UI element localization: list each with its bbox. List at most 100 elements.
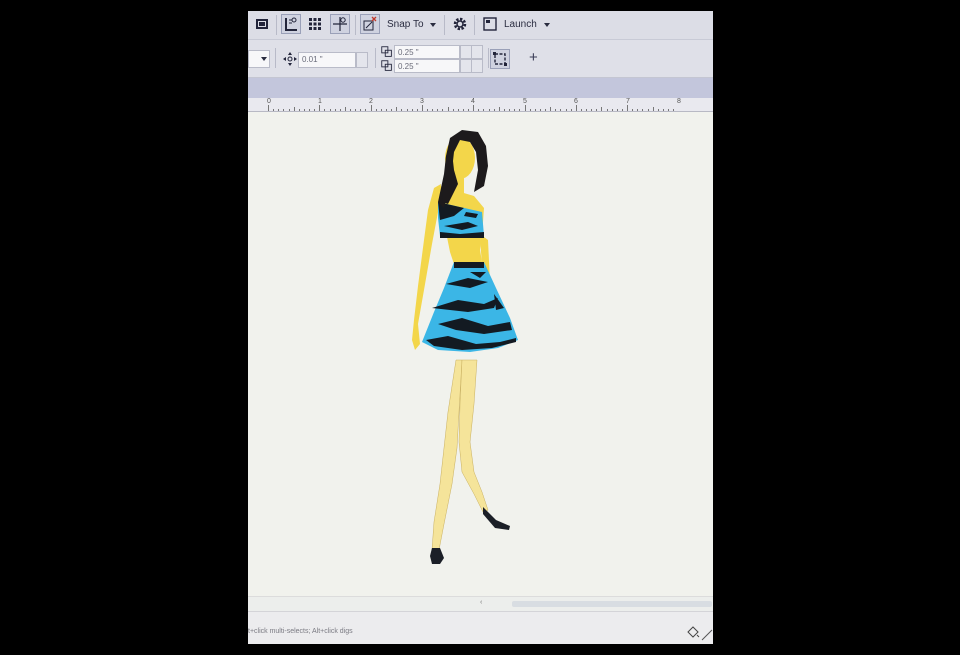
ruler-tick — [324, 109, 326, 111]
ruler-tick — [452, 109, 454, 111]
launch-label[interactable]: Launch — [504, 19, 537, 30]
duplicate-y-icon — [379, 58, 395, 74]
scrollbar-thumb[interactable] — [512, 601, 712, 607]
ruler-tick — [663, 109, 664, 111]
drawing-canvas[interactable] — [248, 112, 713, 596]
ruler-tick — [539, 109, 541, 111]
ruler-tick — [601, 107, 603, 111]
duplicate-y-input[interactable]: 0.25 " — [394, 59, 460, 73]
launch-app-icon[interactable] — [480, 14, 500, 34]
ruler-tick — [524, 105, 526, 111]
ruler-tick — [550, 107, 552, 111]
ruler-tick — [580, 109, 582, 111]
ruler-tick — [468, 109, 470, 111]
ruler-tick — [637, 109, 639, 111]
ruler-tick — [498, 107, 500, 111]
ruler-label: 1 — [318, 98, 322, 105]
ruler-tick — [570, 109, 572, 111]
ruler-tick — [427, 109, 429, 111]
ruler-tick — [380, 109, 382, 111]
ruler-tick — [319, 105, 321, 111]
launch-dropdown-icon[interactable] — [544, 23, 550, 27]
ruler-label: 4 — [471, 98, 475, 105]
status-hint: t+click multi-selects; Alt+click digs — [248, 628, 353, 635]
options-gear-icon[interactable] — [450, 14, 470, 34]
show-grid-icon[interactable] — [305, 14, 325, 34]
treat-as-filled-icon[interactable] — [490, 49, 510, 69]
horizontal-scrollbar[interactable]: ‹ — [248, 596, 713, 611]
horizontal-ruler[interactable]: 0 1 2 3 4 5 6 7 8 — [248, 98, 713, 112]
ruler-tick — [591, 109, 593, 111]
ruler-tick — [442, 109, 444, 111]
ruler-tick — [647, 109, 649, 111]
ruler-tick — [642, 109, 644, 111]
ruler-tick — [447, 107, 449, 111]
ruler-tick — [370, 105, 372, 111]
property-bar: 0.01 " 0.25 " 0.25 " + — [248, 40, 713, 78]
ruler-tick — [555, 109, 557, 111]
units-dropdown-icon[interactable] — [261, 57, 267, 61]
ruler-tick — [596, 109, 598, 111]
ruler-tick — [673, 109, 675, 111]
add-button[interactable]: + — [529, 49, 538, 66]
ruler-tick — [406, 109, 408, 111]
coreldraw-window: Snap To Launch 0.01 " 0.25 " 0.25 " + 0 … — [248, 11, 713, 644]
ruler-tick — [616, 109, 618, 111]
ruler-tick — [288, 109, 290, 111]
duplicate-x-input[interactable]: 0.25 " — [394, 45, 460, 59]
snap-icon[interactable] — [360, 14, 380, 34]
ruler-tick — [437, 109, 439, 111]
scroll-left-icon[interactable]: ‹ — [480, 599, 482, 606]
ruler-tick — [632, 109, 634, 111]
ruler-tick — [416, 109, 418, 111]
ruler-tick — [478, 109, 480, 111]
ruler-tick — [545, 109, 547, 111]
duplicate-y-stepper-2[interactable] — [471, 59, 483, 73]
ruler-tick — [657, 109, 659, 111]
ruler-tick — [298, 109, 300, 111]
standard-toolbar: Snap To Launch — [248, 11, 713, 40]
ruler-tick — [457, 109, 459, 111]
ruler-label: 0 — [267, 98, 271, 105]
outline-pen-icon[interactable] — [701, 628, 713, 641]
ruler-tick — [652, 107, 654, 111]
ruler-label: 6 — [574, 98, 578, 105]
shoe-left — [430, 548, 444, 564]
ruler-tick — [560, 109, 562, 111]
ruler-tick — [534, 109, 536, 111]
ruler-tick — [503, 109, 505, 111]
ruler-label: 3 — [420, 98, 424, 105]
ruler-tick — [314, 109, 316, 111]
ruler-tick — [360, 109, 362, 111]
fill-bucket-icon[interactable] — [686, 625, 700, 638]
ruler-tick — [385, 109, 387, 111]
frame-icon[interactable] — [252, 14, 272, 34]
ruler-tick — [565, 109, 567, 111]
ruler-tick — [606, 109, 608, 111]
ruler-tick — [586, 109, 588, 111]
ruler-tick — [509, 109, 511, 111]
tab-strip — [248, 78, 713, 98]
guidelines-icon[interactable] — [330, 14, 350, 34]
ruler-tick — [493, 109, 495, 111]
snap-to-label[interactable]: Snap To — [387, 19, 424, 30]
ruler-tick — [355, 109, 357, 111]
ruler-tick — [365, 109, 367, 111]
fashion-figure-artwork[interactable] — [248, 112, 713, 596]
ruler-tick — [621, 109, 623, 111]
ruler-tick — [303, 109, 305, 111]
ruler-tick — [529, 109, 531, 111]
ruler-tick — [668, 109, 670, 111]
show-rulers-icon[interactable] — [281, 14, 301, 34]
ruler-label: 5 — [523, 98, 527, 105]
ruler-label: 2 — [369, 98, 373, 105]
ruler-tick — [375, 109, 377, 111]
nudge-distance-stepper[interactable] — [356, 52, 368, 68]
duplicate-x-stepper-2[interactable] — [471, 45, 483, 59]
snap-to-dropdown-icon[interactable] — [430, 23, 436, 27]
ruler-tick — [344, 107, 346, 111]
nudge-distance-input[interactable]: 0.01 " — [298, 52, 356, 68]
ruler-tick — [473, 105, 475, 111]
ruler-tick — [483, 109, 485, 111]
ruler-tick — [329, 109, 331, 111]
